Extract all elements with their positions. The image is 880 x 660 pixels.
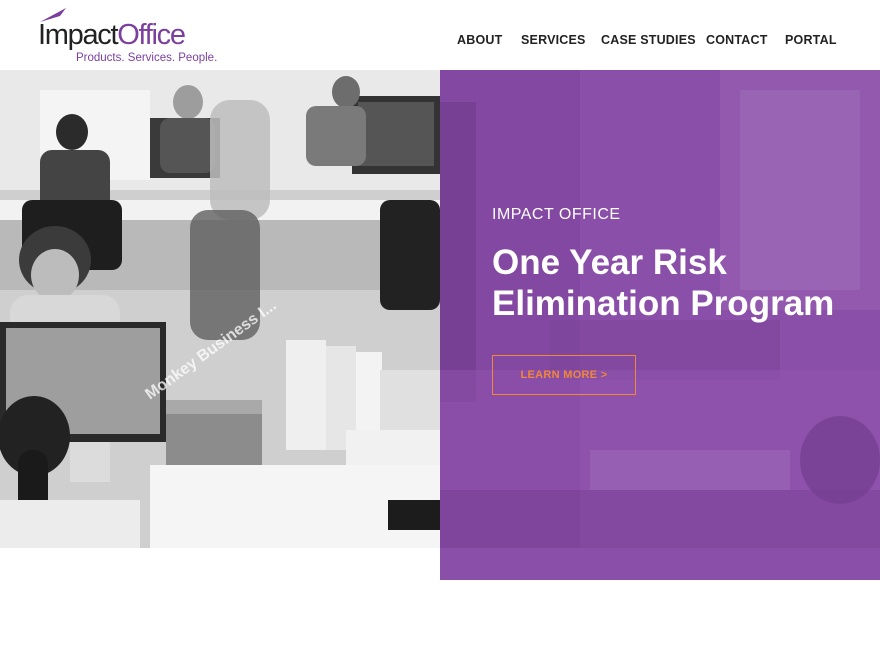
hero-title: One Year Risk Elimination Program [492, 243, 835, 323]
hero-section: Monkey Business I... IMPACT OFFICE One Y… [0, 70, 880, 580]
logo-word-impact: Impact [38, 19, 119, 51]
hero-eyebrow: IMPACT OFFICE [492, 206, 621, 223]
logo-tagline: Products. Services. People. [76, 52, 218, 64]
hero-promo-panel: IMPACT OFFICE One Year Risk Elimination … [440, 70, 880, 580]
site-header: ImpactOffice Products. Services. People.… [0, 0, 880, 70]
impact-office-logo[interactable]: ImpactOffice Products. Services. People. [38, 4, 217, 68]
nav-case-studies[interactable]: CASE STUDIES [601, 33, 696, 47]
office-photo-illustration: Monkey Business I... [0, 70, 440, 548]
logo-word-office: Office [117, 19, 186, 51]
nav-about[interactable]: ABOUT [457, 33, 502, 47]
logo-wordmark: ImpactOffice [38, 19, 186, 51]
office-photo: Monkey Business I... [0, 70, 440, 548]
nav-services[interactable]: SERVICES [521, 33, 586, 47]
nav-contact[interactable]: CONTACT [706, 33, 768, 47]
learn-more-button[interactable]: LEARN MORE > [492, 355, 636, 395]
nav-portal[interactable]: PORTAL [785, 33, 837, 47]
